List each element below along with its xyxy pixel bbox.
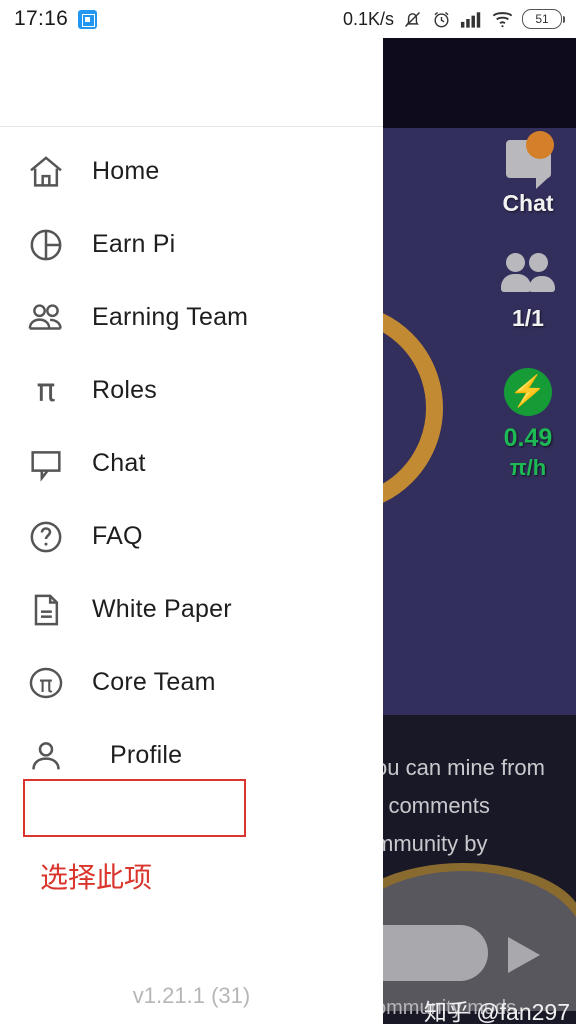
status-bar: 17:16 0.1K/s 51 — [0, 0, 576, 38]
mining-rate-unit: π/h — [509, 455, 547, 480]
blue-app-icon — [78, 9, 98, 29]
notification-dot-icon — [525, 131, 554, 159]
person-icon — [0, 736, 92, 776]
chat-widget-label: Chat — [502, 190, 554, 216]
team-count-label: 1/1 — [512, 305, 544, 331]
team-widget[interactable]: 1/1 — [488, 253, 568, 332]
menu-item-label: Roles — [92, 376, 157, 404]
mining-rate-value: 0.49 — [503, 424, 553, 452]
menu-item-core-team[interactable]: π Core Team — [0, 646, 383, 719]
message-input[interactable] — [383, 925, 488, 981]
menu-item-profile[interactable]: Profile — [0, 719, 383, 792]
mining-progress-ring — [383, 303, 443, 513]
network-speed-label: 0.1K/s — [342, 8, 394, 29]
home-icon — [0, 152, 92, 192]
pi-circle-icon: π — [0, 662, 92, 704]
app-top-bar — [383, 38, 576, 128]
svg-text:π: π — [36, 373, 55, 409]
people-icon — [0, 297, 92, 339]
app-overlay-text-panel: ou can mine from r comments mmunity by o… — [383, 715, 576, 1024]
drawer-header — [0, 38, 383, 127]
navigation-drawer: Home Earn Pi Earning Team π Roles Chat F… — [0, 38, 383, 1024]
menu-item-label: Earn Pi — [92, 230, 176, 258]
menu-item-roles[interactable]: π Roles — [0, 354, 383, 427]
compose-bar — [383, 915, 576, 985]
menu-item-label: Earning Team — [92, 303, 249, 331]
menu-item-earning-team[interactable]: Earning Team — [0, 281, 383, 354]
menu-item-label: Core Team — [92, 668, 216, 696]
app-version-label: v1.21.1 (31) — [132, 983, 251, 1008]
menu-item-white-paper[interactable]: White Paper — [0, 573, 383, 646]
overlay-line: mmunity by — [383, 831, 488, 856]
signal-bars-icon — [460, 9, 483, 29]
speech-bubble-icon — [505, 131, 554, 189]
speech-bubble-icon — [0, 444, 92, 484]
menu-item-faq[interactable]: FAQ — [0, 500, 383, 573]
overlay-line: ou can mine from — [383, 755, 545, 780]
overlay-line: r comments — [383, 793, 490, 818]
people-icon — [496, 253, 560, 293]
menu-item-label: Profile — [110, 741, 183, 769]
mining-rate-widget[interactable]: ⚡ 0.49 π/h — [488, 368, 568, 481]
wifi-icon — [491, 9, 514, 29]
chat-widget[interactable]: Chat — [488, 131, 568, 217]
menu-item-home[interactable]: Home — [0, 135, 383, 208]
status-bar-clock: 17:16 — [14, 7, 69, 30]
drawer-menu-list: Home Earn Pi Earning Team π Roles Chat F… — [0, 127, 383, 792]
document-icon — [0, 590, 92, 630]
menu-item-label: White Paper — [92, 595, 232, 623]
menu-item-label: Home — [92, 157, 160, 185]
menu-item-label: Chat — [92, 449, 146, 477]
lightning-bolt-icon: ⚡ — [504, 368, 552, 416]
svg-text:π: π — [39, 671, 53, 697]
annotation-text: 选择此项 — [40, 861, 153, 894]
app-mining-screen: Chat 1/1 ⚡ 0.49 π/h — [383, 128, 576, 715]
pi-symbol-icon: π — [0, 371, 92, 411]
status-bar-left: 17:16 — [14, 7, 98, 31]
menu-item-earn-pi[interactable]: Earn Pi — [0, 208, 383, 281]
send-arrow-icon[interactable] — [508, 937, 540, 973]
menu-item-chat[interactable]: Chat — [0, 427, 383, 500]
watermark: 知乎 @fan297 — [423, 999, 570, 1024]
menu-item-label: FAQ — [92, 522, 143, 550]
pie-chart-icon — [0, 225, 92, 265]
status-bar-right: 0.1K/s 51 — [342, 8, 565, 30]
battery-indicator: 51 — [522, 9, 565, 29]
bell-muted-icon — [402, 9, 423, 30]
app-background-panel: Chat 1/1 ⚡ 0.49 π/h ou can mine from r c… — [383, 38, 576, 1024]
question-circle-icon — [0, 517, 92, 557]
alarm-clock-icon — [431, 9, 452, 30]
battery-level-label: 51 — [535, 12, 549, 26]
